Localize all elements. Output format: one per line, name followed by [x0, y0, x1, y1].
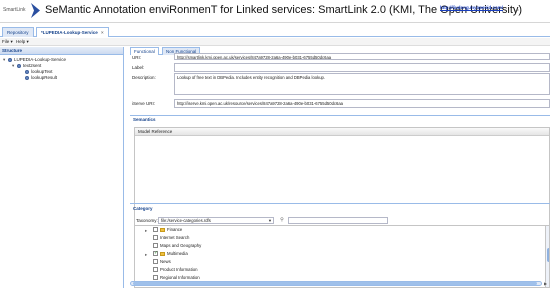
category-label: Internet Search: [160, 235, 190, 240]
input-icon: [25, 69, 29, 74]
smartlink-logo: SmartLink: [3, 3, 43, 18]
category-item-product-information[interactable]: Product Information: [153, 267, 198, 273]
checkbox[interactable]: [153, 235, 158, 241]
category-item-maps-and-geography[interactable]: Maps and Geography: [153, 243, 202, 249]
checkbox[interactable]: [153, 259, 158, 265]
tab-functional[interactable]: Functional: [130, 47, 159, 55]
iserve-uri-label: iServe URI:: [132, 101, 156, 106]
chevron-right-icon[interactable]: ▸: [145, 228, 147, 234]
category-label: News: [160, 259, 171, 264]
category-item-finance[interactable]: Finance: [153, 227, 183, 233]
tree-node-label: LUPEDIA-Lookup-Service: [14, 57, 67, 62]
taxonomy-filter-input[interactable]: [288, 217, 388, 224]
checkbox[interactable]: [153, 275, 158, 281]
scroll-right-icon[interactable]: ▶: [544, 281, 547, 286]
chevron-right-icon[interactable]: ▸: [145, 252, 147, 258]
category-tree: ▸ Finance Internet Search Maps and Geogr…: [134, 225, 550, 288]
logo-text: SmartLink: [3, 7, 26, 13]
tab-label: *LUPEDIA-Lookup-Service: [41, 30, 98, 35]
category-item-multimedia[interactable]: Multimedia: [153, 250, 188, 257]
filter-icon[interactable]: ⚲: [278, 217, 286, 224]
horizontal-scrollbar[interactable]: [130, 281, 542, 286]
checkbox[interactable]: [153, 243, 158, 249]
checkbox[interactable]: [153, 227, 158, 233]
taxonomy-label: Taxonomy:: [136, 218, 158, 223]
category-label: Product Information: [160, 267, 198, 272]
menubar: File ▾ Help ▾: [0, 38, 550, 46]
tree-node-label: lookupResult: [31, 75, 58, 80]
tree-node-label: lookupText: [31, 69, 53, 74]
menu-help[interactable]: Help ▾: [16, 39, 29, 45]
category-label: Maps and Geography: [160, 243, 202, 248]
label-label: Label:: [132, 65, 145, 70]
description-field[interactable]: Lookup of free text in DBPedia. Includes…: [174, 73, 550, 95]
close-icon[interactable]: ×: [101, 30, 104, 35]
semantics-divider: [130, 115, 550, 116]
uri-field[interactable]: http://smartlink.kmi.open.ac.uk/services…: [174, 53, 550, 60]
category-label: Multimedia: [167, 251, 188, 256]
taxonomy-select-value: file:/service-categories.rdfs: [161, 218, 211, 223]
category-item-regional-information[interactable]: Regional Information: [153, 275, 200, 281]
app-header: SmartLink SeMantic Annotation enviRonmen…: [0, 0, 550, 23]
header-right-text[interactable]: Lo: [514, 7, 518, 12]
semantics-title: Semantics: [133, 117, 156, 122]
scrollbar-thumb[interactable]: [133, 282, 537, 285]
model-reference-column-header[interactable]: Model Reference: [135, 128, 549, 136]
openid-link[interactable]: http://liudong.myopenid.com/: [440, 5, 503, 10]
category-label: Regional Information: [160, 275, 200, 280]
logo-chevron-icon: [31, 3, 40, 18]
label-field[interactable]: [174, 63, 550, 72]
document-tabbar: Repository *LUPEDIA-Lookup-Service ×: [0, 26, 550, 37]
tree-node-label: text2sent: [23, 63, 42, 68]
category-item-news[interactable]: News: [153, 259, 171, 265]
menu-file[interactable]: File ▾: [2, 39, 13, 45]
folder-icon: [160, 227, 165, 232]
taxonomy-select[interactable]: file:/service-categories.rdfs ▼: [158, 217, 274, 224]
folder-icon: [160, 251, 165, 256]
checkbox[interactable]: [153, 267, 158, 273]
category-vertical-scrollbar[interactable]: [545, 226, 549, 287]
category-title: Category: [133, 206, 153, 211]
category-item-internet-search[interactable]: Internet Search: [153, 235, 190, 241]
description-label: Description:: [132, 75, 156, 80]
structure-panel: Structure ▾ LUPEDIA-Lookup-Service ▾ text2…: [0, 47, 124, 288]
structure-panel-title: Structure: [0, 47, 123, 55]
category-label: Finance: [167, 227, 183, 232]
editor-panel: Functional Non Functional URI: http://sm…: [130, 47, 550, 288]
tab-lupedia-lookup-service[interactable]: *LUPEDIA-Lookup-Service ×: [36, 27, 109, 37]
tree-node-input[interactable]: lookupText: [25, 69, 53, 74]
iserve-uri-field[interactable]: http://iserve.kmi.open.ac.uk/resource/se…: [174, 99, 550, 108]
tab-label: Repository: [7, 30, 29, 35]
checkbox-checked[interactable]: [153, 250, 158, 257]
output-icon: [25, 75, 29, 80]
uri-label: URI:: [132, 55, 141, 60]
tree-node-output[interactable]: lookupResult: [25, 75, 57, 80]
tab-repository[interactable]: Repository: [2, 27, 34, 37]
service-icon: [8, 57, 12, 62]
operation-icon: [17, 63, 21, 68]
chevron-down-icon[interactable]: ▼: [268, 218, 272, 223]
category-divider: [130, 203, 550, 204]
